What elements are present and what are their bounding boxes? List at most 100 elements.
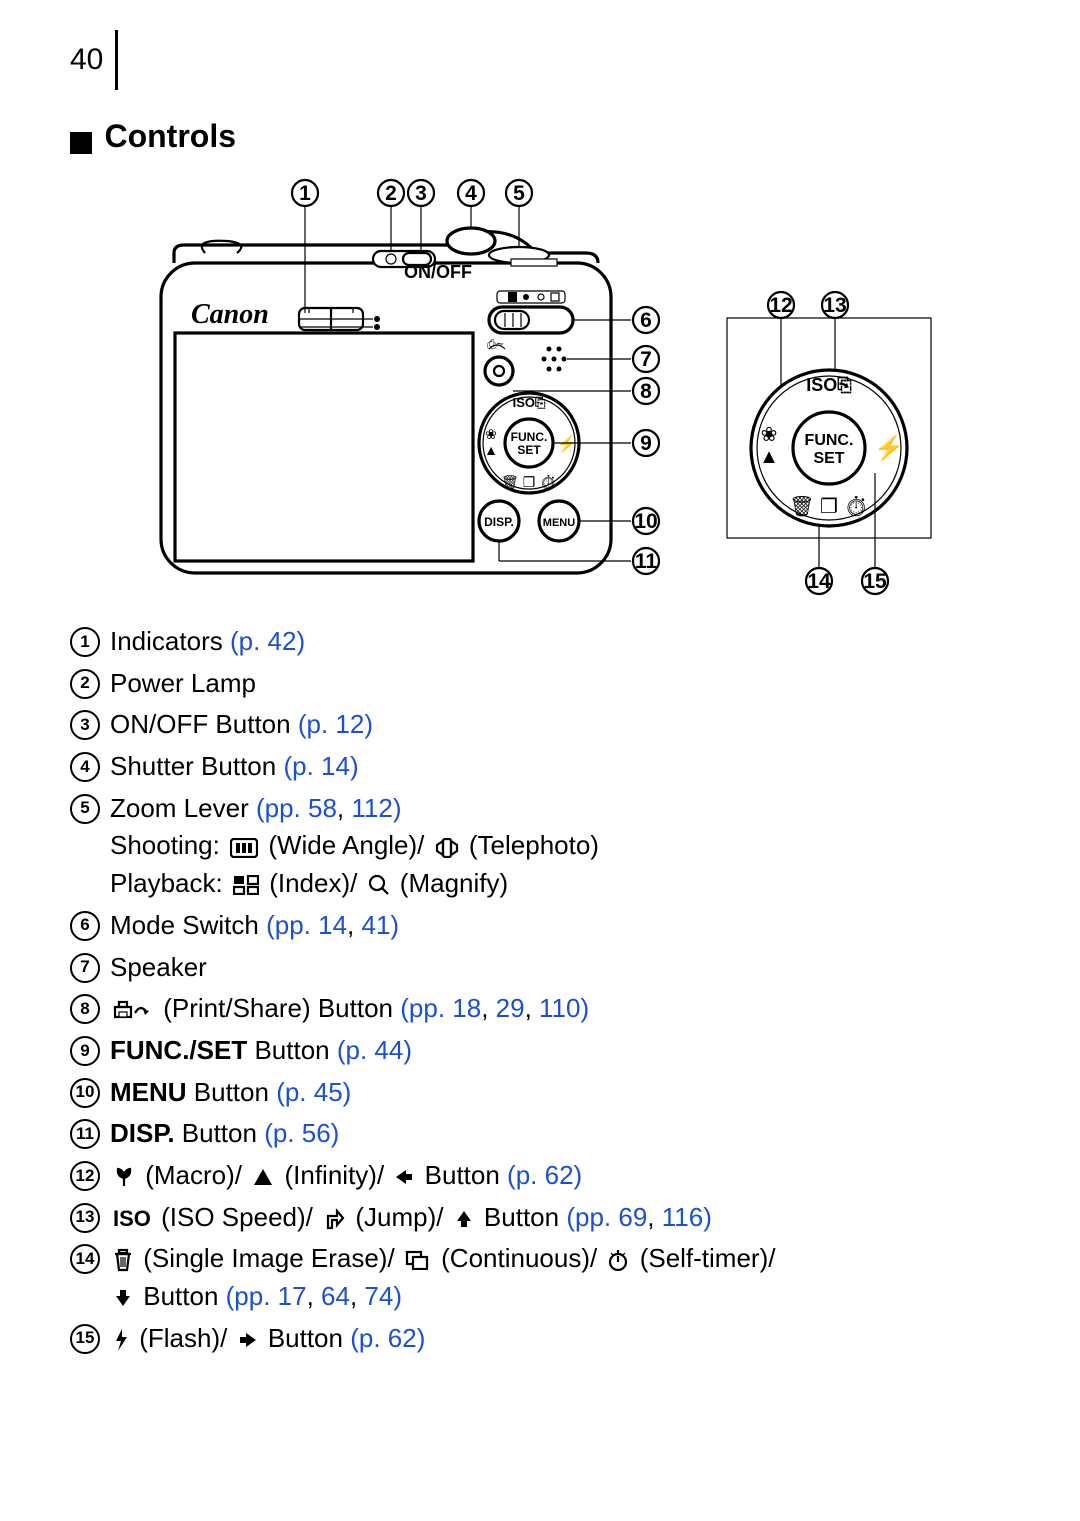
svg-text:⎙~: ⎙~ — [487, 337, 504, 351]
legend-3-link[interactable]: (p. 12) — [298, 709, 373, 739]
legend-8-link1[interactable]: 18 — [452, 993, 481, 1023]
callout-1: 1 — [299, 182, 311, 205]
legend-14-link1[interactable]: 17 — [278, 1281, 307, 1311]
print-share-icon — [113, 999, 153, 1021]
mode-switch — [489, 291, 573, 333]
legend-num-8: 8 — [70, 994, 100, 1024]
legend-9-bold: FUNC./SET — [110, 1035, 247, 1065]
callout-7: 7 — [640, 348, 652, 371]
legend-2-text: Power Lamp — [110, 665, 1010, 703]
flash-icon — [113, 1328, 129, 1352]
svg-text:SET: SET — [517, 443, 541, 457]
svg-text:❀: ❀ — [485, 426, 497, 442]
legend-num-9: 9 — [70, 1036, 100, 1066]
svg-text:▲: ▲ — [484, 442, 498, 458]
legend-num-1: 1 — [70, 627, 100, 657]
legend-num-10: 10 — [70, 1078, 100, 1108]
legend-num-15: 15 — [70, 1324, 100, 1354]
self-timer-icon — [607, 1249, 629, 1271]
macro-icon — [113, 1166, 135, 1188]
svg-text:🗑 ❐ ⏱: 🗑 ❐ ⏱ — [501, 474, 557, 490]
svg-text:🗑 ❐ ⏱: 🗑 ❐ ⏱ — [789, 495, 869, 518]
svg-text:MENU: MENU — [543, 517, 575, 529]
jump-icon — [323, 1208, 345, 1230]
callout-6: 6 — [640, 309, 652, 332]
header-divider — [115, 30, 118, 90]
right-arrow-icon — [238, 1330, 258, 1350]
svg-text:❀: ❀ — [761, 424, 778, 446]
legend-num-7: 7 — [70, 953, 100, 983]
legend-10-bold: MENU — [110, 1077, 187, 1107]
erase-icon — [113, 1248, 133, 1272]
callout-5: 5 — [513, 182, 525, 205]
callout-8: 8 — [640, 380, 652, 403]
legend-8-link2[interactable]: 29 — [496, 993, 525, 1023]
camera-back-diagram: 1 2 3 4 5 ON/OFF — [141, 173, 701, 603]
legend-4-link[interactable]: (p. 14) — [283, 751, 358, 781]
callout-9: 9 — [640, 432, 652, 455]
legend-num-4: 4 — [70, 752, 100, 782]
svg-text:FUNC.: FUNC. — [805, 432, 854, 449]
controls-diagram: 1 2 3 4 5 ON/OFF — [70, 173, 1010, 603]
continuous-icon — [405, 1250, 431, 1270]
legend-14-link3[interactable]: 74 — [364, 1281, 393, 1311]
controls-legend: 1 Indicators (p. 42) 2 Power Lamp 3 ON/O… — [70, 623, 1010, 1357]
menu-button: MENU — [539, 501, 579, 541]
wide-angle-icon — [230, 838, 258, 858]
magnify-icon — [368, 874, 390, 896]
svg-text:DISP.: DISP. — [484, 515, 514, 529]
legend-num-6: 6 — [70, 911, 100, 941]
callout-15: 15 — [863, 570, 887, 593]
svg-text:⚡: ⚡ — [874, 434, 904, 462]
callout-2: 2 — [385, 182, 397, 205]
callout-4: 4 — [465, 182, 477, 205]
speaker-icon — [542, 347, 567, 372]
svg-text:FUNC.: FUNC. — [511, 430, 548, 444]
legend-6-link2[interactable]: 41 — [361, 910, 390, 940]
legend-12-link[interactable]: (p. 62) — [507, 1160, 582, 1190]
legend-7-text: Speaker — [110, 949, 1010, 987]
legend-10-link[interactable]: (p. 45) — [276, 1077, 351, 1107]
square-bullet-icon — [70, 132, 92, 154]
index-icon — [233, 875, 259, 895]
legend-8-link3[interactable]: 110 — [539, 993, 580, 1023]
legend-6-text: Mode Switch — [110, 910, 266, 940]
legend-num-5: 5 — [70, 794, 100, 824]
legend-14-link2[interactable]: 64 — [321, 1281, 350, 1311]
callout-11: 11 — [635, 550, 658, 573]
svg-text:SET: SET — [813, 450, 844, 467]
svg-text:ISO⎘: ISO⎘ — [806, 375, 852, 395]
legend-5-link1[interactable]: 58 — [308, 793, 337, 823]
legend-13-link2[interactable]: 116 — [662, 1202, 703, 1232]
legend-11-link[interactable]: (p. 56) — [264, 1118, 339, 1148]
legend-5-link2[interactable]: 112 — [351, 793, 392, 823]
onoff-label: ON/OFF — [404, 262, 472, 282]
section-title: Controls — [70, 118, 1010, 155]
legend-6-link1[interactable]: 14 — [318, 910, 347, 940]
dial-closeup-diagram: 12 13 FUNC. SET ISO⎘ 🗑 ❐ ⏱ ❀ ▲ ⚡ 14 15 — [719, 173, 939, 603]
svg-text:ISO⎘: ISO⎘ — [513, 395, 546, 410]
telephoto-icon — [435, 838, 459, 858]
legend-1-link[interactable]: (p. 42) — [230, 626, 305, 656]
legend-num-11: 11 — [70, 1119, 100, 1149]
callout-3: 3 — [415, 182, 427, 205]
legend-5-text: Zoom Lever — [110, 793, 256, 823]
legend-13-link1[interactable]: 69 — [618, 1202, 647, 1232]
infinity-icon — [252, 1167, 274, 1187]
callout-10: 10 — [634, 510, 657, 533]
legend-9-link[interactable]: (p. 44) — [337, 1035, 412, 1065]
iso-icon: ISO — [113, 1203, 151, 1235]
legend-11-bold: DISP. — [110, 1118, 175, 1148]
legend-15-link[interactable]: (p. 62) — [350, 1323, 425, 1353]
up-arrow-icon — [454, 1209, 474, 1229]
section-title-text: Controls — [104, 118, 236, 154]
legend-4-text: Shutter Button — [110, 751, 283, 781]
legend-5-pp: (pp. 58 — [256, 793, 337, 823]
svg-text:▲: ▲ — [759, 446, 779, 468]
print-share-button: ⎙~ — [485, 337, 513, 385]
legend-3-text: ON/OFF Button — [110, 709, 298, 739]
callout-12: 12 — [769, 294, 792, 317]
callout-14: 14 — [807, 570, 831, 593]
callout-13: 13 — [823, 294, 846, 317]
brand-logo: Canon — [191, 299, 269, 330]
